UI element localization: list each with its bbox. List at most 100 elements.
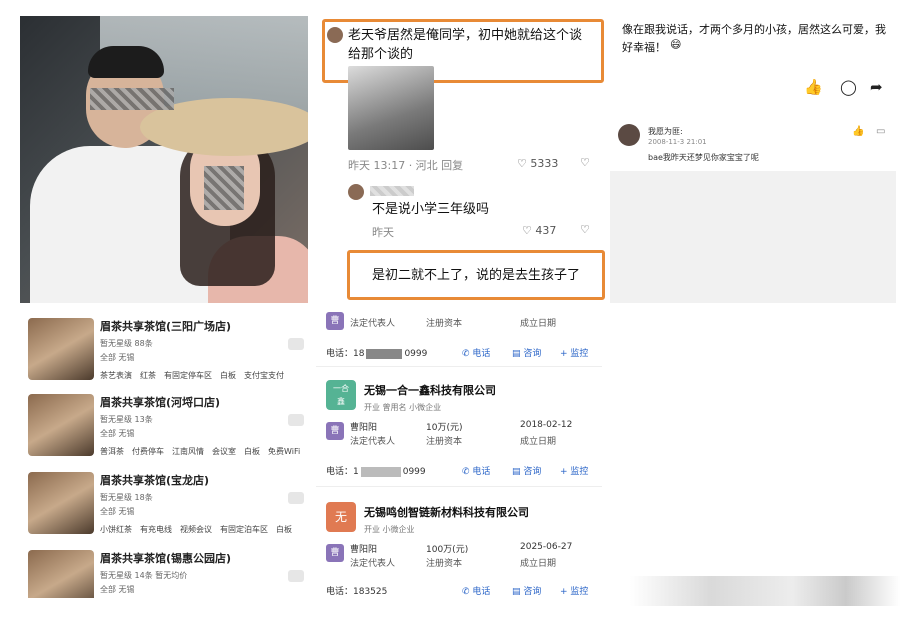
call-button[interactable]: ✆ 电话 <box>462 584 490 597</box>
tea-shop-list: 眉茶共享茶馆(三阳广场店) 暂无星级 88条 全部 无锡 茶艺表演 红茶 有固定停车… <box>20 310 308 598</box>
reply-avatar[interactable] <box>618 124 640 146</box>
thumbs-up-icon[interactable]: 👍 <box>804 78 823 96</box>
monitor-button[interactable]: + 监控 <box>560 464 588 477</box>
shop-tags: 茶艺表演 红茶 有固定停车区 白板 支付宝支付 <box>100 370 292 381</box>
phone-prefix: 电话：1 <box>326 467 359 477</box>
label-capital: 注册资本 <box>426 559 463 569</box>
label-legal-rep: 法定代表人 <box>350 437 396 447</box>
company-name[interactable]: 无锡鸣创智链新材料科技有限公司 <box>364 504 529 520</box>
legal-rep-name[interactable]: 曹阳阳 <box>350 420 377 433</box>
label-date: 成立日期 <box>520 319 557 329</box>
list-item[interactable]: 眉茶共享茶馆(三阳广场店) 暂无星级 88条 全部 无锡 茶艺表演 红茶 有固定停车… <box>20 314 308 388</box>
comment-meta-1: 昨天 13:17 · 河北 回复 <box>348 159 464 172</box>
like-button-2[interactable]: ♡ 437 <box>522 224 556 237</box>
call-button[interactable]: ✆ 电话 <box>462 346 490 359</box>
phone-prefix: 电话：18 <box>326 349 365 359</box>
label-date: 成立日期 <box>520 437 557 447</box>
company-name[interactable]: 无锡一合一鑫科技有限公司 <box>364 382 496 398</box>
call-label: 电话 <box>472 467 491 477</box>
dislike-icon-1[interactable]: ♡ <box>580 156 590 169</box>
eye-mosaic-woman <box>204 166 244 210</box>
shop-action-button[interactable] <box>288 338 304 350</box>
shop-thumbnail <box>28 394 94 456</box>
cat-photo[interactable] <box>348 66 434 150</box>
shop-action-button[interactable] <box>288 570 304 582</box>
tag: 普洱茶 <box>100 447 124 456</box>
person-icon: 曹 <box>326 544 344 562</box>
reply-username[interactable]: 我愿为匪: <box>648 126 683 137</box>
comment-meta-2: 昨天 <box>372 226 394 239</box>
monitor-button[interactable]: + 监控 <box>560 584 588 597</box>
phone-number: 电话：18 0999 <box>326 346 427 359</box>
list-item[interactable]: 眉茶共享茶馆(锡惠公园店) 暂无星级 14条 暂无均价 全部 无锡 <box>20 546 308 598</box>
consult-button[interactable]: ▤ 咨询 <box>512 464 541 477</box>
list-item[interactable]: 眉茶共享茶馆(河埒口店) 暂无星级 13条 全部 无锡 普洱茶 付费停车 江南风情会… <box>20 390 308 464</box>
monitor-label: + 监控 <box>560 349 589 359</box>
like-count-2: 437 <box>535 224 557 237</box>
label-legal-rep: 法定代表人 <box>350 319 396 329</box>
shop-name: 眉茶共享茶馆(三阳广场店) <box>100 320 232 333</box>
like-count-1: 5333 <box>530 157 559 170</box>
label-legal-rep: 法定代表人 <box>350 559 396 569</box>
company-logo: 一合 鑫 <box>326 380 356 410</box>
shop-area: 全部 无锡 <box>100 507 135 516</box>
shop-rating: 暂无星级 13条 <box>100 415 153 424</box>
monitor-label: + 监控 <box>560 587 589 597</box>
reply-time: 2008-11-3 21:01 <box>648 138 707 146</box>
shop-area: 全部 无锡 <box>100 585 135 594</box>
commenter-avatar[interactable] <box>327 27 343 43</box>
monitor-label: + 监控 <box>560 467 589 477</box>
commenter-avatar-2[interactable] <box>348 184 364 200</box>
couple-photo <box>20 16 308 303</box>
shop-action-button[interactable] <box>288 492 304 504</box>
reply-text: bae我昨天还梦见你家宝宝了呢 <box>648 153 759 162</box>
share-icon[interactable]: ➦ <box>870 78 883 96</box>
shop-rating: 暂无星级 18条 <box>100 493 153 502</box>
reply-like-icon[interactable]: 👍 <box>852 126 864 137</box>
reply-comment-icon[interactable]: ▭ <box>876 126 885 137</box>
shop-action-button[interactable] <box>288 414 304 426</box>
person-icon: 曹 <box>326 422 344 440</box>
comment-bubble-icon[interactable]: ◯ <box>840 78 857 96</box>
divider <box>316 486 602 487</box>
divider <box>316 366 602 367</box>
comment-text-2: 不是说小学三年级吗 <box>372 202 490 217</box>
legal-rep-name[interactable]: 曹阳阳 <box>350 542 377 555</box>
tag: 白板 <box>276 525 292 534</box>
tag: 有固定泊车区 <box>220 525 268 534</box>
tag: 有固定停车区 <box>164 371 212 380</box>
call-button[interactable]: ✆ 电话 <box>462 464 490 477</box>
tag: 红茶 <box>140 371 156 380</box>
shop-tags: 小饼红茶 有充电线 视频会议 有固定泊车区 白板 <box>100 524 300 535</box>
smile-emoji-icon: 😄 <box>670 38 682 51</box>
monitor-button[interactable]: + 监控 <box>560 346 588 359</box>
label-date: 成立日期 <box>520 559 557 569</box>
phone-mosaic <box>366 348 403 359</box>
shop-rating: 暂无星级 14条 暂无均价 <box>100 571 188 580</box>
comment-text-1a: 老天爷居然是俺同学，初中她就给这个谈 <box>348 28 583 43</box>
founding-date: 2025-06-27 <box>520 542 573 552</box>
consult-button[interactable]: ▤ 咨询 <box>512 584 541 597</box>
shop-name: 眉茶共享茶馆(锡惠公园店) <box>100 552 232 565</box>
shop-area: 全部 无锡 <box>100 429 135 438</box>
call-label: 电话 <box>472 349 491 359</box>
comment-text-3: 是初二就不上了，说的是去生孩子了 <box>372 268 581 283</box>
tag: 江南风情 <box>172 447 204 456</box>
phone-mosaic <box>360 466 401 477</box>
call-label: 电话 <box>472 587 491 597</box>
list-item[interactable]: 眉茶共享茶馆(宝龙店) 暂无星级 18条 全部 无锡 小饼红茶 有充电线 视频会议有… <box>20 468 308 542</box>
tag: 支付宝支付 <box>244 371 284 380</box>
tag: 小饼红茶 <box>100 525 132 534</box>
comment-text-1b: 给那个谈的 <box>348 47 414 62</box>
phone-suffix: 0999 <box>402 467 426 477</box>
phone-number: 电话：183525 <box>326 587 388 597</box>
company-logo: 无 <box>326 502 356 532</box>
consult-button[interactable]: ▤ 咨询 <box>512 346 541 359</box>
post-text-1: 像在跟我说话，才两个多月的小孩，居然这么可爱，我 <box>622 23 886 36</box>
dislike-icon-2[interactable]: ♡ <box>580 223 590 236</box>
shop-area: 全部 无锡 <box>100 353 135 362</box>
company-tags: 开业 小微企业 <box>364 525 415 534</box>
shop-thumbnail <box>28 550 94 598</box>
consult-label: 咨询 <box>523 587 542 597</box>
like-button-1[interactable]: ♡ 5333 <box>517 157 558 170</box>
